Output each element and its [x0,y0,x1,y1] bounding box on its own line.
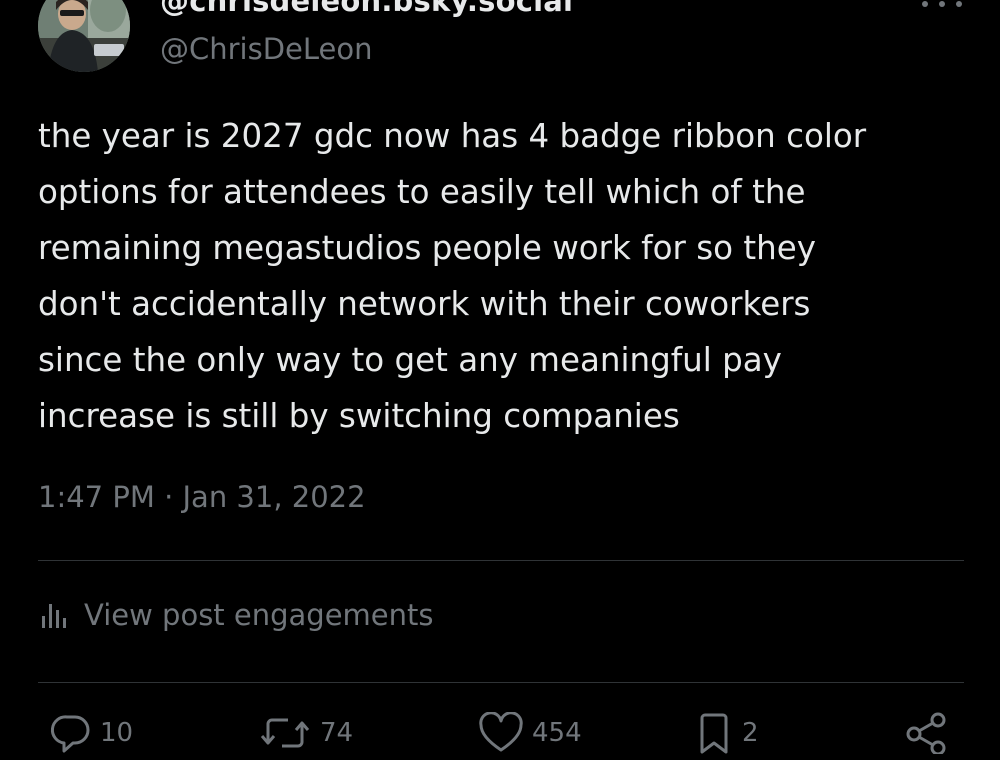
more-dot [939,1,945,7]
bookmark-icon [700,713,728,754]
avatar-photo [38,0,130,72]
bookmark-count: 2 [742,718,759,748]
like-button[interactable]: 454 [478,712,582,754]
bar-chart-icon [42,604,66,628]
view-engagements-button[interactable]: View post engagements [38,598,434,632]
divider [38,560,964,561]
more-icon[interactable] [922,0,962,18]
divider [38,682,964,683]
reply-icon [50,715,90,753]
post-timestamp[interactable]: 1:47 PM · Jan 31, 2022 [38,480,366,514]
more-dot [956,1,962,7]
more-dot [922,1,928,7]
share-button[interactable] [904,712,948,754]
repost-icon [260,718,310,748]
reply-button[interactable]: 10 [50,712,133,754]
reply-count: 10 [100,718,134,748]
post-text: the year is 2027 gdc now has 4 badge rib… [38,117,867,435]
bookmark-button[interactable]: 2 [694,712,759,754]
like-count: 454 [532,718,582,748]
action-bar: 10 74 454 2 [0,712,1000,760]
share-icon [906,712,946,754]
author-handle[interactable]: @ChrisDeLeon [160,32,373,66]
author-display-name[interactable]: @chrisdeleon.bsky.social [160,0,573,18]
repost-count: 74 [320,718,354,748]
view-engagements-label: View post engagements [84,598,434,632]
heart-icon [479,712,523,752]
repost-button[interactable]: 74 [258,712,353,754]
avatar[interactable] [38,0,130,72]
